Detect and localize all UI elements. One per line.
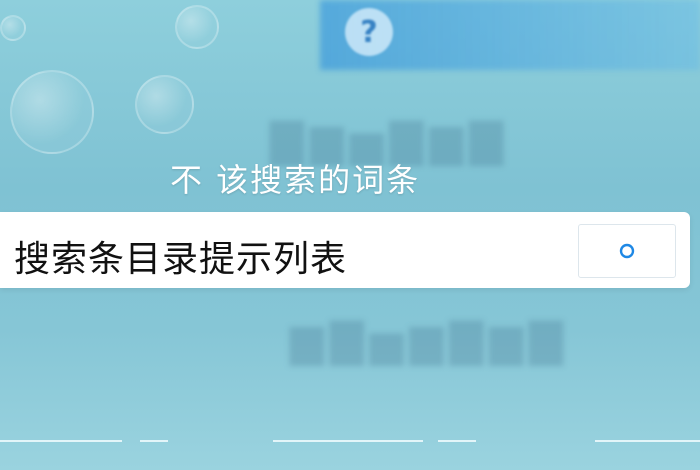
search-button[interactable]	[578, 224, 676, 278]
search-circle-icon	[619, 243, 635, 259]
question-icon: ?	[345, 8, 393, 56]
divider-line	[273, 440, 423, 442]
top-blurred-banner	[320, 0, 700, 70]
bubble-decoration	[0, 15, 26, 41]
search-bar[interactable]: 搜索条目录提示列表	[0, 212, 690, 288]
divider-line	[0, 440, 122, 442]
divider-line	[140, 440, 168, 442]
bubble-decoration	[135, 75, 194, 134]
bubble-decoration	[10, 70, 94, 154]
background-blurred-text-2: ▆▇▅▆▇▆▇	[290, 315, 569, 366]
bubble-decoration	[175, 5, 219, 49]
headline-text: 不 该搜索的词条	[170, 161, 421, 199]
search-input[interactable]: 搜索条目录提示列表	[14, 230, 347, 282]
divider-line	[438, 440, 476, 442]
divider-line	[595, 440, 700, 442]
